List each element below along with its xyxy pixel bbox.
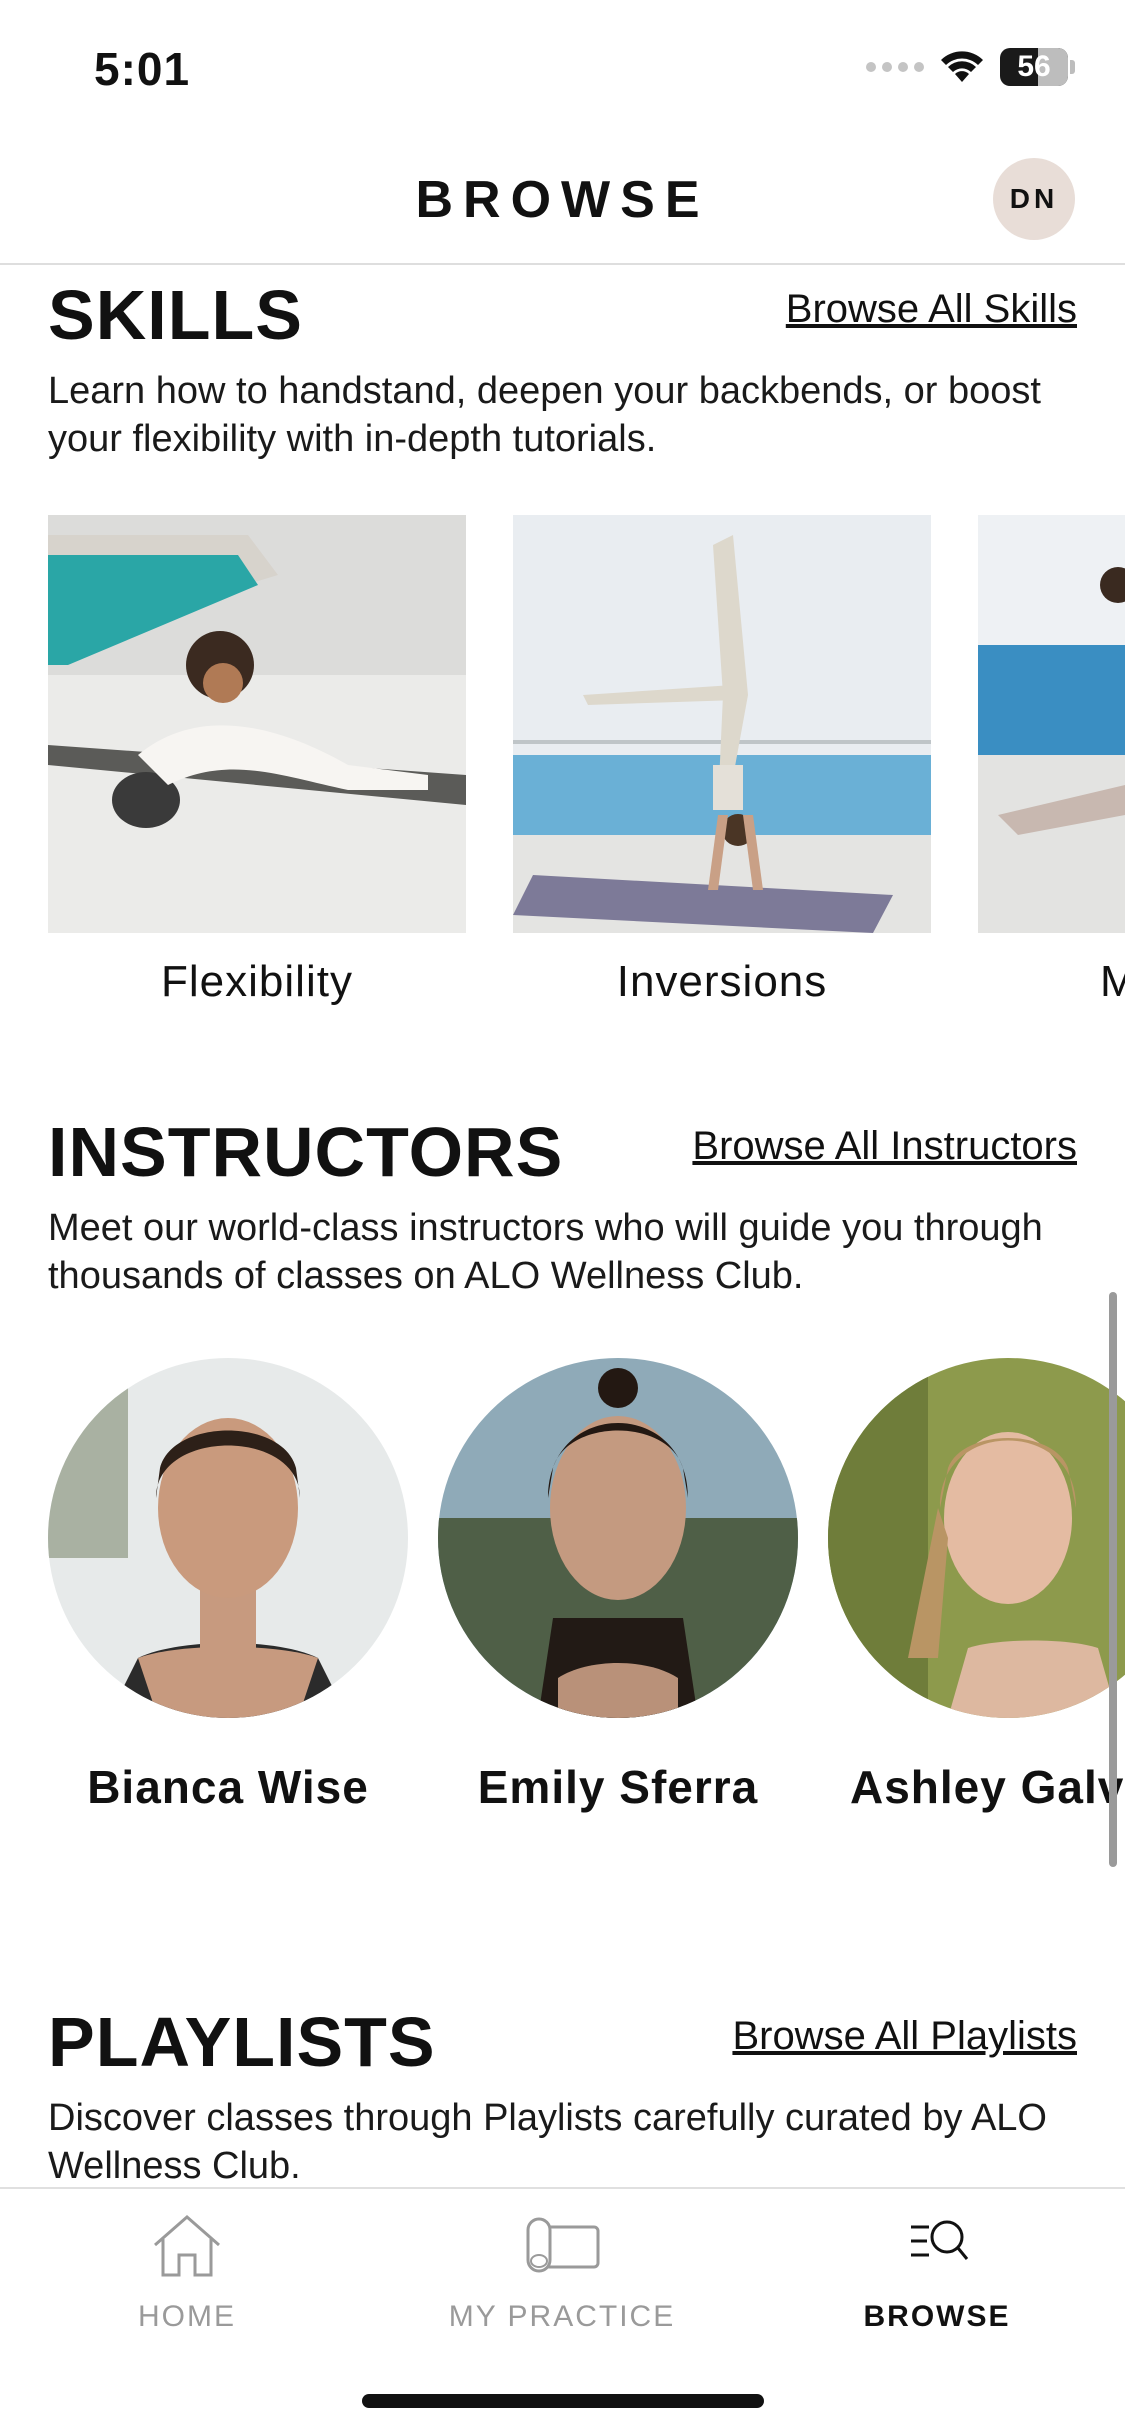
home-icon [154, 2215, 220, 2277]
wifi-icon [941, 51, 983, 82]
third-skill-image [978, 515, 1125, 933]
browse-all-instructors-link[interactable]: Browse All Instructors [692, 1124, 1077, 1169]
instructors-title: INSTRUCTORS [48, 1113, 564, 1191]
battery-percent: 56 [1017, 50, 1051, 83]
tab-home[interactable]: HOME [37, 2211, 337, 2341]
scroll-indicator[interactable] [1109, 1292, 1117, 1867]
bianca-wise-photo [48, 1358, 408, 1718]
tab-browse-label: BROWSE [863, 2300, 1011, 2333]
instructors-section: INSTRUCTORS Browse All Instructors Meet … [0, 1112, 1125, 1912]
tab-browse[interactable]: BROWSE [787, 2211, 1087, 2341]
battery-icon: 56 [1000, 48, 1075, 86]
playlists-title: PLAYLISTS [48, 2003, 436, 2081]
emily-sferra-photo [438, 1358, 798, 1718]
inversions-image [513, 515, 931, 933]
skill-label-flexibility: Flexibility [161, 957, 353, 1006]
skills-section: SKILLS Browse All Skills Learn how to ha… [0, 267, 1125, 1027]
home-indicator [362, 2394, 764, 2408]
browse-search-icon [911, 2220, 969, 2260]
profile-avatar[interactable]: DN [993, 158, 1075, 240]
instructor-photo-emily-sferra[interactable] [438, 1358, 798, 1718]
flexibility-image [48, 515, 466, 933]
browse-all-playlists-link[interactable]: Browse All Playlists [732, 2014, 1077, 2059]
skill-label-third: M [1100, 957, 1125, 1006]
skill-card-third[interactable] [978, 515, 1125, 933]
tab-my-practice[interactable]: MY PRACTICE [412, 2211, 712, 2341]
instructor-name-emily-sferra[interactable]: Emily Sferra [408, 1760, 828, 1814]
playlists-section: PLAYLISTS Browse All Playlists Discover … [0, 2002, 1125, 2187]
tab-my-practice-label: MY PRACTICE [448, 2300, 676, 2333]
skill-label-inversions: Inversions [616, 957, 828, 1006]
cellular-signal-icon [866, 62, 924, 72]
status-bar: 5:01 56 [0, 0, 1125, 140]
skill-card-flexibility[interactable] [48, 515, 466, 933]
header: BROWSE DN [0, 140, 1125, 265]
page-title: BROWSE [415, 171, 710, 229]
browse-content[interactable]: SKILLS Browse All Skills Learn how to ha… [0, 267, 1125, 2187]
instructor-photo-ashley-galvin[interactable] [828, 1358, 1125, 1718]
instructors-description: Meet our world-class instructors who wil… [48, 1207, 1043, 1297]
status-time: 5:01 [94, 43, 191, 95]
tab-home-label: HOME [138, 2300, 236, 2333]
browse-all-skills-link[interactable]: Browse All Skills [786, 287, 1077, 332]
playlists-description: Discover classes through Playlists caref… [48, 2097, 1047, 2187]
instructor-name-bianca-wise[interactable]: Bianca Wise [18, 1760, 438, 1814]
skill-card-inversions[interactable] [513, 515, 931, 933]
mat-icon [526, 2217, 600, 2273]
instructor-photo-bianca-wise[interactable] [48, 1358, 408, 1718]
skills-title: SKILLS [48, 276, 303, 354]
status-icons: 56 [866, 48, 1075, 86]
skills-description: Learn how to handstand, deepen your back… [48, 370, 1041, 460]
ashley-galvin-photo [828, 1358, 1125, 1718]
instructor-name-ashley-galvin[interactable]: Ashley Galvi [850, 1760, 1125, 1814]
